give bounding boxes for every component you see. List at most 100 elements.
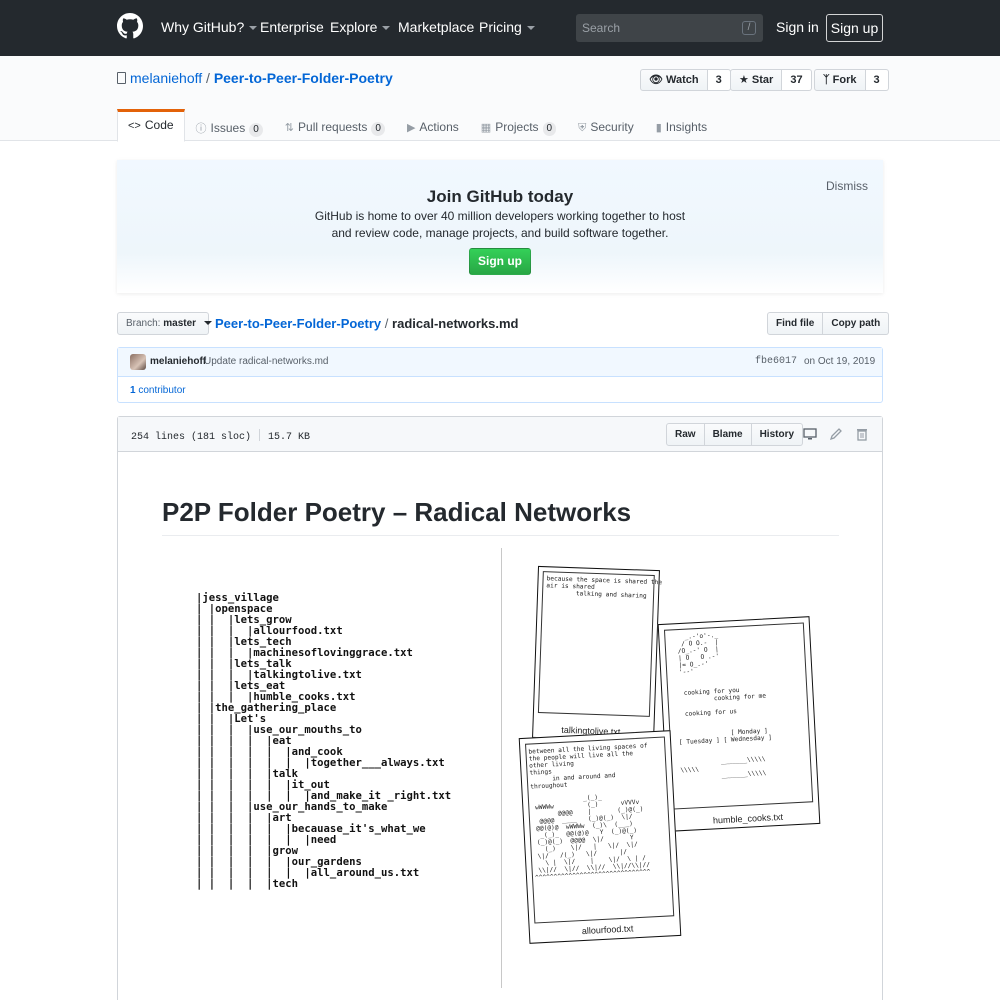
tab-counter: 0 [249, 123, 263, 137]
pencil-icon[interactable] [829, 427, 843, 441]
file-nav-buttons: Find file Copy path [767, 312, 890, 335]
branch-name: master [163, 318, 197, 329]
shield-icon: ⛨ [578, 122, 587, 134]
repo-title-separator: / [206, 70, 210, 86]
breadcrumb-repo-link[interactable]: Peer-to-Peer-Folder-Poetry [215, 316, 381, 331]
history-button[interactable]: History [751, 423, 804, 446]
branch-selector[interactable]: Branch: master [117, 312, 212, 335]
play-icon: ▶ [406, 122, 416, 134]
star-button[interactable]: ★ Star [730, 69, 783, 91]
repo-icon [117, 72, 126, 84]
note-talkingtolive: because the space is shared the air is s… [532, 565, 662, 743]
tab-projects[interactable]: ▦ Projects 0 [470, 109, 567, 142]
fork-group: ᛉ Fork 3 [814, 69, 889, 91]
dismiss-button[interactable]: Dismiss [826, 179, 868, 193]
star-icon: ★ [739, 74, 752, 86]
folder-tree-text: |jess_village | |openspace | | |lets_gro… [196, 592, 452, 890]
pull-request-icon: ⇅ [284, 122, 295, 134]
nav-label: Explore [330, 19, 378, 35]
note-caption: humble_cooks.txt [712, 811, 784, 826]
star-count[interactable]: 37 [782, 69, 812, 91]
branch-label: Branch: [126, 318, 161, 329]
github-logo-icon[interactable] [117, 13, 143, 39]
sign-up-button[interactable]: Sign up [826, 14, 883, 42]
banner-text: GitHub is home to over 40 million develo… [314, 209, 686, 240]
breadcrumb-separator: / [384, 316, 389, 331]
nav-label: Why GitHub? [161, 19, 245, 35]
repo-name-link[interactable]: Peer-to-Peer-Folder-Poetry [214, 70, 393, 86]
commit-author[interactable]: melaniehoff [150, 356, 206, 367]
nav-why-github[interactable]: Why GitHub? [161, 19, 258, 35]
eye-icon: 👁︎ [649, 74, 667, 86]
search-box: / [576, 14, 763, 42]
code-icon: <> [128, 120, 141, 132]
nav-marketplace[interactable]: Marketplace [398, 19, 474, 35]
contributors-link[interactable]: 1 contributor [130, 385, 186, 396]
tab-label: Actions [419, 120, 459, 134]
repo-owner-link[interactable]: melaniehoff [130, 70, 202, 86]
nav-label: Marketplace [398, 19, 475, 35]
watch-label: Watch [666, 74, 699, 86]
nav-enterprise[interactable]: Enterprise [260, 19, 324, 35]
image-divider [501, 548, 502, 988]
chevron-down-icon [526, 26, 535, 31]
trash-icon[interactable] [855, 427, 869, 441]
watch-count[interactable]: 3 [707, 69, 731, 91]
blame-button[interactable]: Blame [704, 423, 752, 446]
tab-label: Issues [210, 121, 246, 135]
contributors-count: 1 [130, 385, 136, 396]
repo-header: melaniehoff / Peer-to-Peer-Folder-Poetry… [0, 56, 1000, 142]
nav-label: Enterprise [260, 19, 324, 35]
fork-label: Fork [832, 74, 857, 86]
site-header: Why GitHub? Enterprise Explore Marketpla… [0, 0, 1000, 56]
nav-pricing[interactable]: Pricing [479, 19, 535, 35]
breadcrumb-file: radical-networks.md [392, 316, 519, 331]
fork-icon: ᛉ [823, 74, 833, 86]
copy-path-button[interactable]: Copy path [823, 312, 890, 335]
chevron-down-icon [382, 26, 391, 31]
file-header: 254 lines (181 sloc) 15.7 KB Raw Blame Hi… [118, 417, 882, 452]
file-lines: 254 lines (181 sloc) [131, 432, 252, 443]
commit-tease: melaniehoff Update radical-networks.md f… [117, 347, 883, 403]
note-caption: allourfood.txt [581, 923, 634, 937]
file-size: 15.7 KB [268, 432, 311, 443]
note-text: between all the living spaces of the peo… [528, 742, 651, 882]
fork-count[interactable]: 3 [865, 69, 889, 91]
graph-icon: ▮ [655, 122, 662, 134]
tab-code[interactable]: <> Code [117, 109, 185, 142]
issue-icon: ⓘ [195, 123, 207, 135]
desktop-icon[interactable] [803, 427, 817, 441]
tab-issues[interactable]: ⓘ Issues 0 [185, 109, 274, 142]
commit-message[interactable]: Update radical-networks.md [204, 356, 329, 367]
star-group: ★ Star 37 [730, 69, 812, 91]
banner-sign-up-button[interactable]: Sign up [469, 248, 531, 275]
title-divider [162, 535, 839, 536]
contributors-label: contributor [138, 385, 186, 396]
search-input[interactable] [576, 14, 763, 42]
tab-security[interactable]: ⛨ Security [567, 109, 645, 142]
watch-button[interactable]: 👁︎ Watch [640, 69, 708, 91]
search-shortcut-key: / [742, 21, 756, 35]
commit-date: on Oct 19, 2019 [804, 356, 876, 367]
find-file-button[interactable]: Find file [767, 312, 824, 335]
tab-insights[interactable]: ▮ Insights [645, 109, 718, 142]
signup-banner: Join GitHub today GitHub is home to over… [117, 160, 883, 293]
repo-tabs: <> Code ⓘ Issues 0 ⇅ Pull requests 0 ▶ Actions… [117, 109, 718, 142]
tab-actions[interactable]: ▶ Actions [396, 109, 470, 142]
nav-explore[interactable]: Explore [330, 19, 391, 35]
breadcrumb: Peer-to-Peer-Folder-Poetry / radical-net… [215, 316, 518, 331]
commit-sha[interactable]: fbe6017 [755, 356, 797, 367]
file-action-buttons: Raw Blame History [666, 423, 804, 446]
sign-in-link[interactable]: Sign in [776, 19, 819, 35]
tab-counter: 0 [542, 122, 557, 136]
nav-label: Pricing [479, 19, 522, 35]
fork-button[interactable]: ᛉ Fork [814, 69, 866, 91]
tab-pull-requests[interactable]: ⇅ Pull requests 0 [274, 109, 396, 142]
file-info: 254 lines (181 sloc) 15.7 KB [131, 429, 310, 443]
tab-label: Security [590, 120, 634, 134]
tab-label: Code [144, 118, 174, 132]
raw-button[interactable]: Raw [666, 423, 705, 446]
repo-title: melaniehoff / Peer-to-Peer-Folder-Poetry [117, 70, 393, 86]
avatar[interactable] [130, 354, 146, 370]
tab-label: Projects [495, 120, 539, 134]
